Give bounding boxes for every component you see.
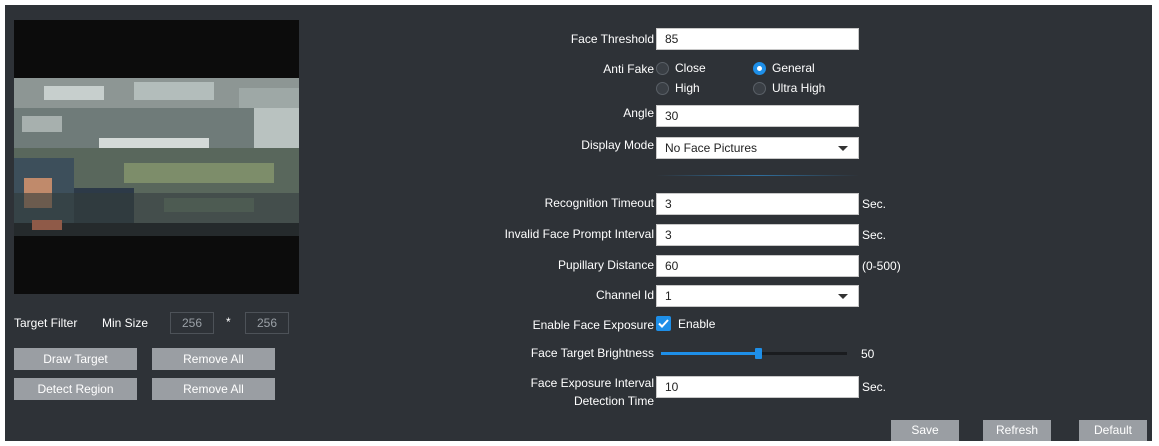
draw-target-button[interactable]: Draw Target	[14, 348, 137, 370]
config-panel: Target Filter Min Size 256 * 256 Draw Ta…	[5, 5, 1152, 441]
remove-all-region-button[interactable]: Remove All	[152, 378, 275, 400]
target-filter-label: Target Filter	[14, 316, 78, 330]
radio-unchecked-icon	[656, 82, 669, 95]
face-threshold-label: Face Threshold	[570, 32, 654, 46]
invalid-face-prompt-interval-label: Invalid Face Prompt Interval	[504, 227, 654, 241]
face-threshold-input[interactable]: 85	[656, 28, 859, 50]
min-width-input[interactable]: 256	[170, 312, 214, 334]
display-mode-label: Display Mode	[581, 138, 654, 152]
default-button[interactable]: Default	[1079, 420, 1147, 441]
refresh-button[interactable]: Refresh	[983, 420, 1051, 441]
remove-all-target-button[interactable]: Remove All	[152, 348, 275, 370]
save-button[interactable]: Save	[891, 420, 959, 441]
dropdown-arrow-icon	[838, 146, 848, 151]
face-exposure-interval-label: Face Exposure Interval	[530, 376, 654, 390]
anti-fake-general-radio[interactable]: General	[753, 60, 815, 76]
radio-checked-icon	[753, 62, 766, 75]
invalid-face-prompt-interval-input[interactable]: 3	[656, 224, 859, 246]
radio-unchecked-icon	[656, 62, 669, 75]
invalid-face-prompt-interval-unit: Sec.	[862, 228, 887, 242]
pupillary-distance-input[interactable]: 60	[656, 255, 859, 277]
anti-fake-close-radio[interactable]: Close	[656, 60, 706, 76]
size-separator: *	[226, 315, 231, 329]
enable-checkbox-label: Enable	[678, 317, 716, 331]
enable-face-exposure-label: Enable Face Exposure	[532, 318, 654, 332]
face-exposure-interval-unit: Sec.	[862, 380, 887, 394]
anti-fake-label: Anti Fake	[603, 62, 654, 76]
enable-face-exposure-checkbox[interactable]	[656, 316, 671, 331]
slider-fill	[661, 352, 758, 355]
pupillary-distance-label: Pupillary Distance	[557, 258, 654, 272]
camera-feed-image	[14, 78, 299, 236]
slider-thumb[interactable]	[754, 348, 762, 359]
brightness-value: 50	[861, 347, 875, 361]
channel-id-select[interactable]: 1	[656, 285, 859, 307]
channel-id-label: Channel Id	[595, 288, 654, 302]
video-preview[interactable]	[14, 20, 299, 294]
detection-time-label: Detection Time	[573, 394, 654, 408]
anti-fake-ultra-high-radio[interactable]: Ultra High	[753, 80, 825, 96]
pupillary-distance-range: (0-500)	[862, 259, 901, 273]
checkmark-icon	[658, 319, 669, 328]
recognition-timeout-input[interactable]: 3	[656, 193, 859, 215]
section-divider	[656, 175, 859, 176]
angle-input[interactable]: 30	[656, 105, 859, 127]
radio-unchecked-icon	[753, 82, 766, 95]
display-mode-select[interactable]: No Face Pictures	[656, 137, 859, 159]
min-height-input[interactable]: 256	[245, 312, 289, 334]
anti-fake-high-radio[interactable]: High	[656, 80, 700, 96]
recognition-timeout-label: Recognition Timeout	[544, 196, 654, 210]
recognition-timeout-unit: Sec.	[862, 197, 887, 211]
brightness-slider[interactable]	[661, 348, 847, 359]
angle-label: Angle	[623, 106, 654, 120]
dropdown-arrow-icon	[838, 294, 848, 299]
min-size-label: Min Size	[102, 316, 149, 330]
face-target-brightness-label: Face Target Brightness	[530, 346, 654, 360]
face-exposure-interval-input[interactable]: 10	[656, 376, 859, 398]
detect-region-button[interactable]: Detect Region	[14, 378, 137, 400]
